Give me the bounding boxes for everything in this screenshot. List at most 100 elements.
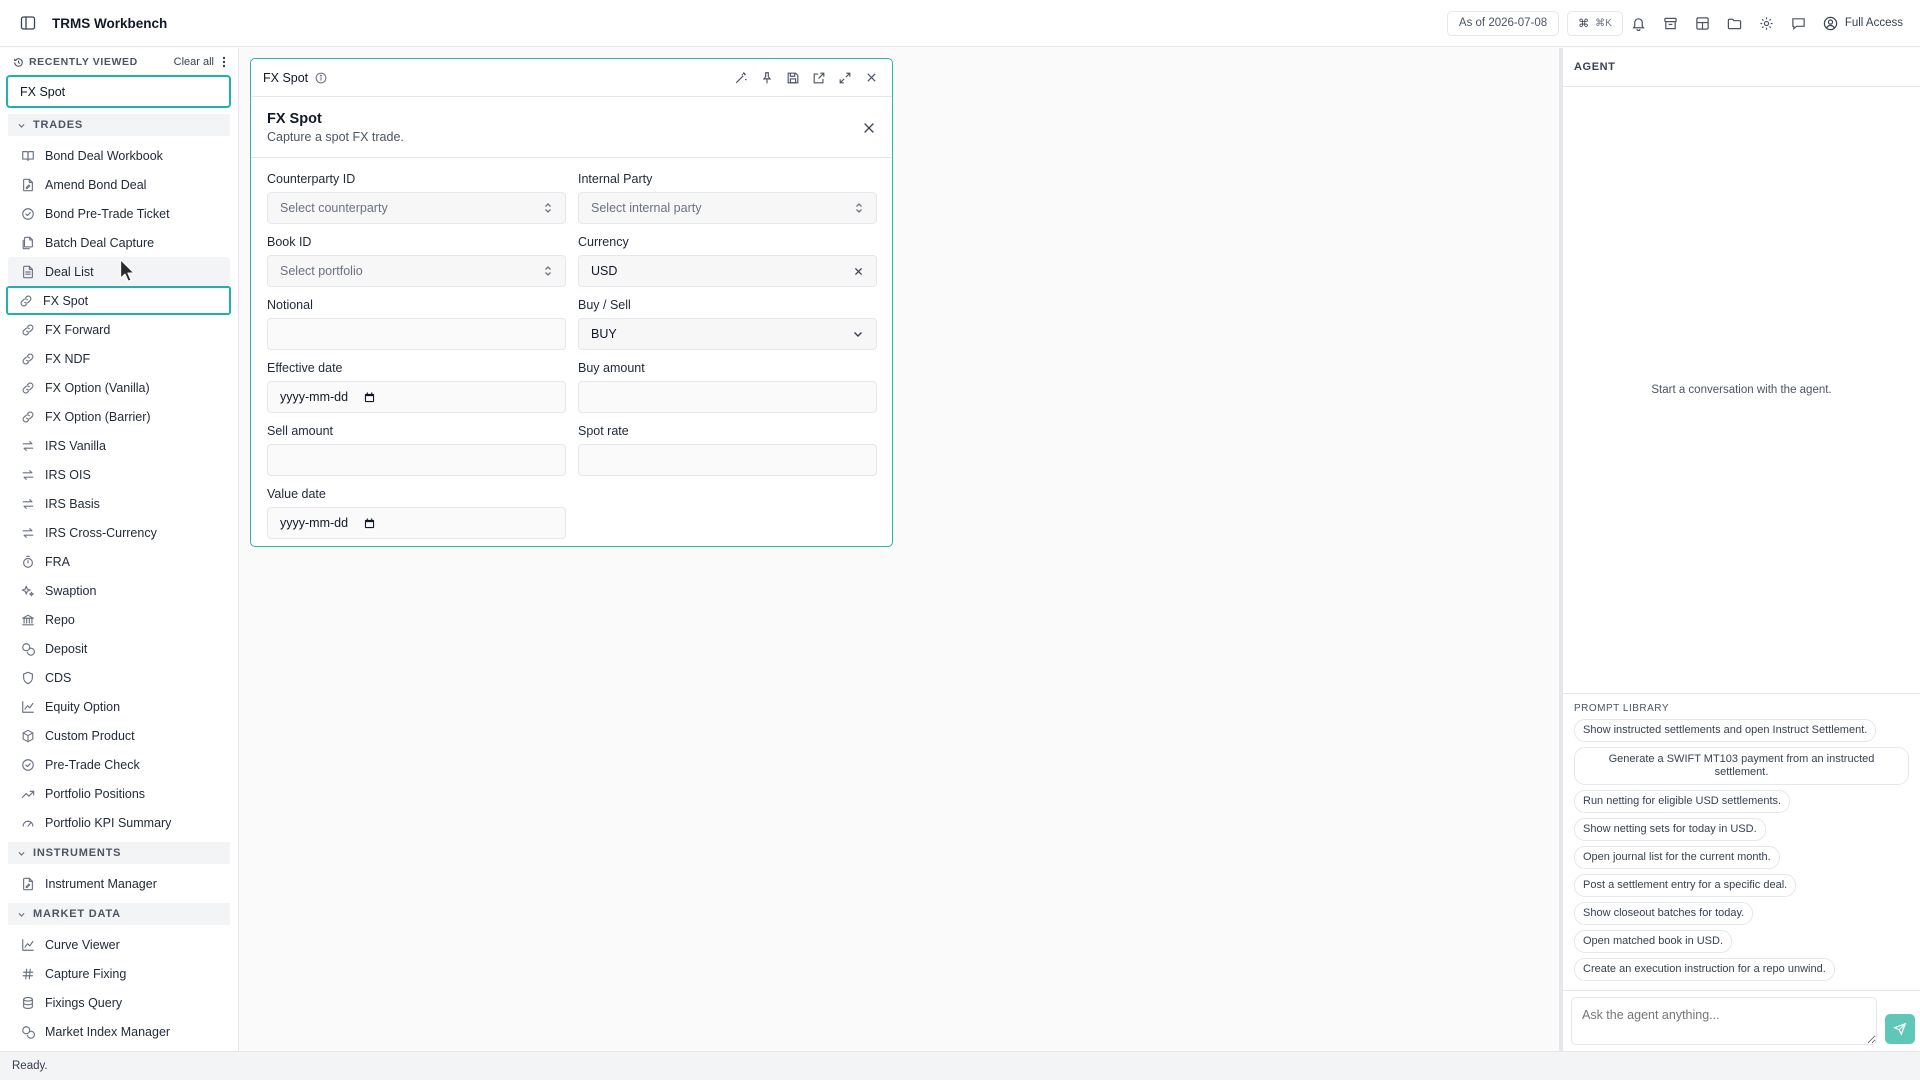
user-access-menu[interactable]: Full Access: [1823, 16, 1903, 31]
sidebar-item-fx-spot[interactable]: FX Spot: [6, 286, 231, 315]
book-icon: [20, 148, 35, 163]
nav-group-instruments[interactable]: INSTRUMENTS: [8, 842, 230, 864]
sidebar-item-deposit[interactable]: Deposit: [8, 634, 230, 663]
currency-combobox[interactable]: USD: [578, 255, 877, 287]
chevrons-up-down-icon: [543, 202, 553, 214]
as-of-date-button[interactable]: As of 2026-07-08: [1446, 10, 1560, 36]
sidebar-item-fx-ndf[interactable]: FX NDF: [8, 344, 230, 373]
prompt-chip[interactable]: Open matched book in USD.: [1574, 930, 1733, 953]
sidebar-item-deal-list[interactable]: Deal List: [8, 257, 230, 286]
clear-x-icon[interactable]: [853, 266, 864, 277]
sidebar-item-label: Deal List: [45, 264, 94, 279]
prompt-chip[interactable]: Create an execution instruction for a re…: [1574, 958, 1835, 981]
spot-rate-input[interactable]: [578, 444, 877, 476]
notional-input[interactable]: [267, 318, 566, 350]
form-title: FX Spot: [267, 111, 322, 127]
prompt-chip[interactable]: Generate a SWIFT MT103 payment from an i…: [1574, 747, 1909, 785]
prompt-chip[interactable]: Post a settlement entry for a specific d…: [1574, 874, 1797, 897]
prompt-chip[interactable]: Open journal list for the current month.: [1574, 846, 1780, 869]
info-icon[interactable]: [315, 72, 327, 84]
command-palette-button[interactable]: ⌘ ⌘K: [1567, 10, 1623, 36]
bell-icon[interactable]: [1623, 10, 1655, 36]
send-button[interactable]: [1885, 1014, 1915, 1044]
sidebar-item-equity-option[interactable]: Equity Option: [8, 692, 230, 721]
nav-group-trades[interactable]: TRADES: [8, 114, 230, 136]
sidebar-item-batch-deal-capture[interactable]: Batch Deal Capture: [8, 228, 230, 257]
check-circle-icon: [20, 757, 35, 772]
sidebar-item-fra[interactable]: FRA: [8, 547, 230, 576]
magic-wand-icon[interactable]: [728, 65, 754, 91]
archive-icon[interactable]: [1655, 10, 1687, 36]
sidebar-item-irs-vanilla[interactable]: IRS Vanilla: [8, 431, 230, 460]
buy-amount-input[interactable]: [578, 381, 877, 413]
recent-item-fx-spot[interactable]: FX Spot: [6, 75, 231, 108]
nav-group-label: INSTRUMENTS: [33, 847, 122, 859]
agent-panel: AGENT Start a conversation with the agen…: [1559, 48, 1920, 1051]
sidebar-item-irs-basis[interactable]: IRS Basis: [8, 489, 230, 518]
prompt-row: Show instructed settlements and open Ins…: [1574, 719, 1910, 747]
sidebar-item-swaption[interactable]: Swaption: [8, 576, 230, 605]
effective-date-input[interactable]: yyyy-mm-dd: [267, 381, 566, 413]
more-vertical-icon[interactable]: [222, 56, 226, 68]
prompt-chip[interactable]: Show closeout batches for today.: [1574, 902, 1754, 925]
buy-sell-label: Buy / Sell: [578, 298, 631, 312]
sidebar-item-repo[interactable]: Repo: [8, 605, 230, 634]
sidebar-item-fixings-query[interactable]: Fixings Query: [8, 988, 230, 1017]
buy-sell-select[interactable]: BUY: [578, 318, 877, 350]
sidebar-item-amend-bond-deal[interactable]: Amend Bond Deal: [8, 170, 230, 199]
prompt-chip[interactable]: Show netting sets for today in USD.: [1574, 818, 1766, 841]
value-date-input[interactable]: yyyy-mm-dd: [267, 507, 566, 539]
sidebar-item-label: Swaption: [45, 583, 97, 598]
folder-icon[interactable]: [1719, 10, 1751, 36]
sidebar-item-bond-pre-trade-ticket[interactable]: Bond Pre-Trade Ticket: [8, 199, 230, 228]
sidebar-item-fx-option-barrier[interactable]: FX Option (Barrier): [8, 402, 230, 431]
sidebar-item-portfolio-positions[interactable]: Portfolio Positions: [8, 779, 230, 808]
prompt-chip[interactable]: Show instructed settlements and open Ins…: [1574, 719, 1877, 742]
coins-icon: [20, 1024, 35, 1039]
sell-amount-input[interactable]: [267, 444, 566, 476]
chevron-down-icon: [17, 849, 26, 858]
sidebar-item-irs-ois[interactable]: IRS OIS: [8, 460, 230, 489]
left-sidebar: RECENTLY VIEWED Clear all FX Spot TRADES…: [0, 48, 239, 1051]
nav-group-label: TRADES: [33, 119, 84, 131]
sidebar-item-label: Market Index Manager: [45, 1024, 171, 1039]
sidebar-item-bond-deal-workbook[interactable]: Bond Deal Workbook: [8, 141, 230, 170]
layout-icon[interactable]: [1687, 10, 1719, 36]
sidebar-item-label: IRS Basis: [45, 496, 100, 511]
sidebar-item-label: Bond Deal Workbook: [45, 148, 163, 163]
close-panel-icon[interactable]: [858, 65, 884, 91]
prompt-chip[interactable]: Run netting for eligible USD settlements…: [1574, 790, 1791, 813]
sidebar-item-custom-product[interactable]: Custom Product: [8, 721, 230, 750]
chat-icon[interactable]: [1783, 10, 1815, 36]
clear-all-button[interactable]: Clear all: [174, 56, 214, 68]
book-select[interactable]: Select portfolio: [267, 255, 566, 287]
nav-group-market-data[interactable]: MARKET DATA: [8, 903, 230, 925]
sidebar-item-irs-cross-currency[interactable]: IRS Cross-Currency: [8, 518, 230, 547]
form-header: FX Spot Capture a spot FX trade.: [251, 97, 892, 158]
sidebar-item-cds[interactable]: CDS: [8, 663, 230, 692]
counterparty-select[interactable]: Select counterparty: [267, 192, 566, 224]
external-link-icon[interactable]: [806, 65, 832, 91]
internal-party-select[interactable]: Select internal party: [578, 192, 877, 224]
agent-chat-input[interactable]: [1571, 997, 1877, 1045]
sidebar-item-capture-fixing[interactable]: Capture Fixing: [8, 959, 230, 988]
pin-icon[interactable]: [754, 65, 780, 91]
sidebar-item-label: Portfolio Positions: [45, 786, 146, 801]
effective-date-field: Effective date yyyy-mm-dd: [267, 361, 566, 424]
sidebar-item-pre-trade-check[interactable]: Pre-Trade Check: [8, 750, 230, 779]
calendar-icon[interactable]: [364, 391, 375, 403]
sidebar-toggle-icon[interactable]: [15, 10, 41, 36]
nav-list-trades: Bond Deal Workbook Amend Bond Deal Bond Pr…: [0, 141, 238, 837]
maximize-icon[interactable]: [832, 65, 858, 91]
calendar-icon[interactable]: [364, 517, 375, 529]
sidebar-item-instrument-manager[interactable]: Instrument Manager: [8, 869, 230, 898]
save-icon[interactable]: [780, 65, 806, 91]
sidebar-item-fx-forward[interactable]: FX Forward: [8, 315, 230, 344]
gear-icon[interactable]: [1751, 10, 1783, 36]
close-form-icon[interactable]: [858, 117, 880, 139]
sidebar-item-label: FX Option (Vanilla): [45, 380, 150, 395]
sidebar-item-fx-option-vanilla[interactable]: FX Option (Vanilla): [8, 373, 230, 402]
sidebar-item-portfolio-kpi-summary[interactable]: Portfolio KPI Summary: [8, 808, 230, 837]
sidebar-item-market-index-manager[interactable]: Market Index Manager: [8, 1017, 230, 1046]
sidebar-item-curve-viewer[interactable]: Curve Viewer: [8, 930, 230, 959]
